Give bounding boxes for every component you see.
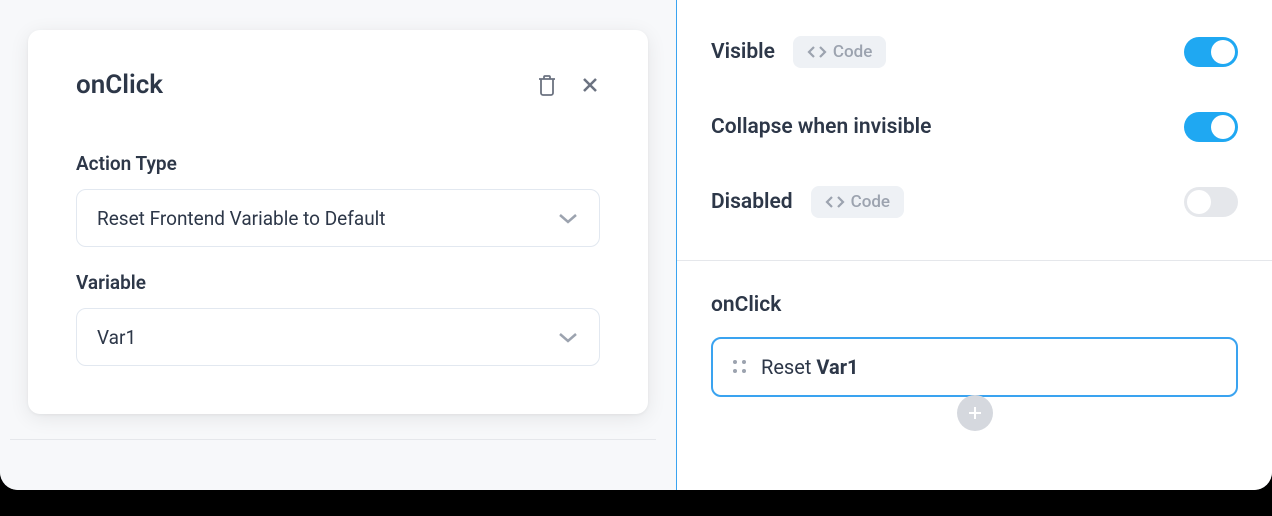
left-panel: onClick Action Type <box>0 0 676 490</box>
disabled-property-left: Disabled Code <box>711 186 904 218</box>
drag-handle-icon[interactable] <box>733 360 747 374</box>
close-button[interactable] <box>580 75 600 95</box>
disabled-toggle[interactable] <box>1184 187 1238 217</box>
app-container: onClick Action Type <box>0 0 1272 490</box>
popup-actions <box>536 73 600 97</box>
event-prefix: Reset <box>761 355 816 379</box>
disabled-code-badge[interactable]: Code <box>811 186 904 218</box>
visible-label: Visible <box>711 40 775 64</box>
onclick-config-popup: onClick Action Type <box>28 30 648 414</box>
visible-code-badge[interactable]: Code <box>793 36 886 68</box>
plus-icon <box>967 405 983 421</box>
properties-section: Visible Code Collapse when invisible <box>677 0 1272 240</box>
close-icon <box>580 75 600 95</box>
variable-field: Variable Var1 <box>76 271 600 366</box>
variable-value: Var1 <box>97 326 136 349</box>
chevron-down-icon <box>557 330 579 344</box>
right-panel: Visible Code Collapse when invisible <box>676 0 1272 490</box>
code-icon <box>825 195 845 209</box>
toggle-knob <box>1187 190 1211 214</box>
delete-button[interactable] <box>536 73 558 97</box>
trash-icon <box>536 73 558 97</box>
collapse-label: Collapse when invisible <box>711 115 931 139</box>
events-section: onClick Reset Var1 <box>677 261 1272 431</box>
toggle-knob <box>1211 40 1235 64</box>
code-badge-text: Code <box>851 192 890 212</box>
collapse-property-row: Collapse when invisible <box>711 90 1238 164</box>
event-item[interactable]: Reset Var1 <box>711 337 1238 397</box>
toggle-knob <box>1211 115 1235 139</box>
code-badge-text: Code <box>833 42 872 62</box>
popup-title: onClick <box>76 70 163 100</box>
action-type-field: Action Type Reset Frontend Variable to D… <box>76 152 600 247</box>
action-type-value: Reset Frontend Variable to Default <box>97 207 386 230</box>
add-button-wrap <box>711 395 1238 431</box>
variable-select[interactable]: Var1 <box>76 308 600 366</box>
disabled-label: Disabled <box>711 190 793 214</box>
event-bold: Var1 <box>816 355 858 379</box>
code-icon <box>807 45 827 59</box>
visible-toggle[interactable] <box>1184 37 1238 67</box>
visible-property-row: Visible Code <box>711 14 1238 90</box>
variable-label: Variable <box>76 271 600 294</box>
onclick-section-title: onClick <box>711 293 1238 317</box>
event-item-text: Reset Var1 <box>761 355 859 379</box>
add-event-button[interactable] <box>957 395 993 431</box>
popup-header: onClick <box>76 70 600 100</box>
disabled-property-row: Disabled Code <box>711 164 1238 240</box>
action-type-label: Action Type <box>76 152 600 175</box>
chevron-down-icon <box>557 211 579 225</box>
collapse-toggle[interactable] <box>1184 112 1238 142</box>
collapse-property-left: Collapse when invisible <box>711 115 931 139</box>
action-type-select[interactable]: Reset Frontend Variable to Default <box>76 189 600 247</box>
visible-property-left: Visible Code <box>711 36 886 68</box>
